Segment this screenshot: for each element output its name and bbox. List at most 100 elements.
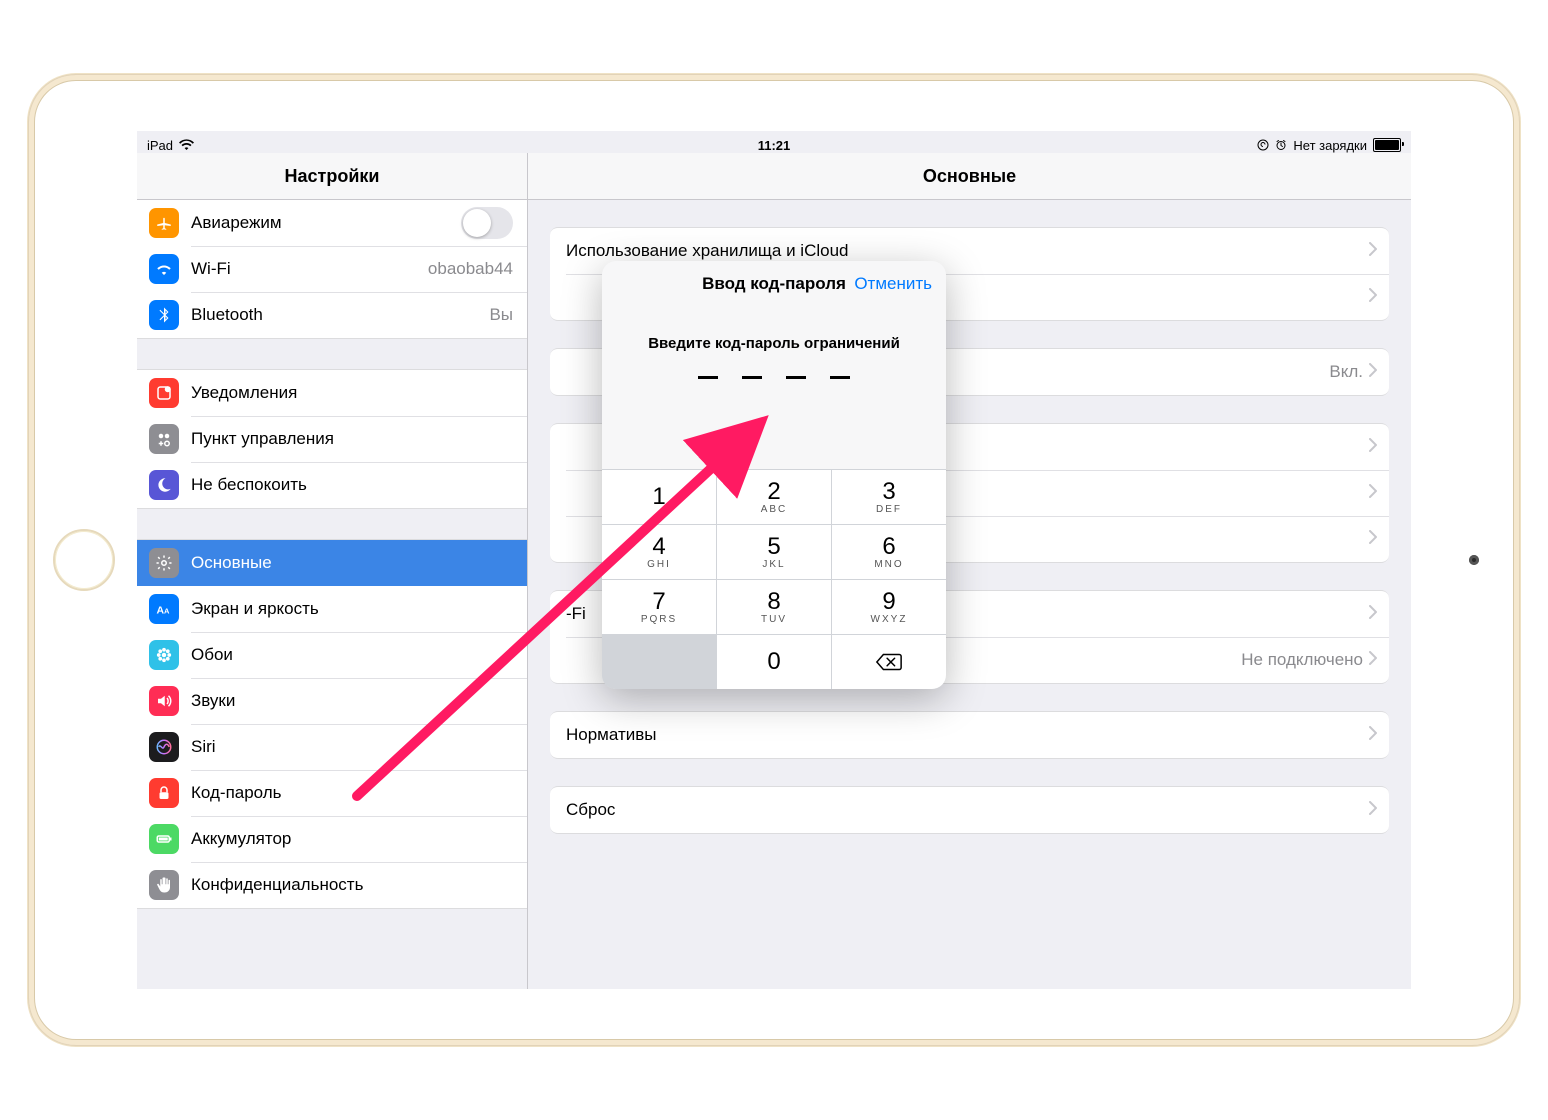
device-label: iPad — [147, 138, 173, 153]
keypad-0[interactable]: 0 — [717, 635, 831, 689]
sidebar-item-flower[interactable]: Обои — [137, 632, 527, 678]
keypad-letters: GHI — [647, 560, 671, 570]
modal-prompt: Введите код-пароль ограничений — [602, 335, 946, 352]
keypad-2[interactable]: 2ABC — [717, 470, 831, 524]
detail-row-value: Не подключено — [1241, 650, 1363, 670]
keypad-letters: MNO — [874, 560, 903, 570]
sidebar-item-wifi[interactable]: Wi-Fi obaobab44 — [137, 246, 527, 292]
sidebar-item-label: Код-пароль — [191, 783, 513, 803]
keypad-digit: 0 — [767, 650, 780, 674]
keypad-digit: 9 — [882, 590, 895, 614]
detail-row-label: Нормативы — [566, 725, 1369, 745]
detail-title: Основные — [528, 153, 1411, 200]
chevron-right-icon — [1369, 529, 1377, 549]
sidebar-item-label: Siri — [191, 737, 513, 757]
sidebar-item-speaker[interactable]: Звуки — [137, 678, 527, 724]
sidebar-item-airplane[interactable]: Авиарежим — [137, 200, 527, 246]
detail-row[interactable]: Сброс — [550, 786, 1389, 834]
detail-row-label: Использование хранилища и iCloud — [566, 241, 1369, 261]
chevron-right-icon — [1369, 437, 1377, 457]
detail-row-value: Вкл. — [1329, 362, 1363, 382]
keypad-digit: 4 — [652, 535, 665, 559]
keypad-letters: WXYZ — [871, 615, 908, 625]
sidebar-item-label: Wi-Fi — [191, 259, 420, 279]
alarm-icon — [1275, 139, 1287, 151]
pin-slot — [830, 374, 850, 379]
gear-icon — [149, 548, 179, 578]
keypad-6[interactable]: 6MNO — [832, 525, 946, 579]
sidebar-item-value: Вы — [489, 305, 513, 325]
keypad-letters: PQRS — [641, 615, 677, 625]
cancel-button[interactable]: Отменить — [854, 261, 932, 307]
chevron-right-icon — [1369, 241, 1377, 261]
keypad-1[interactable]: 1 — [602, 470, 716, 524]
sidebar-item-label: Bluetooth — [191, 305, 481, 325]
sidebar-item-label: Не беспокоить — [191, 475, 513, 495]
airplane-toggle[interactable] — [461, 207, 513, 239]
chevron-right-icon — [1369, 604, 1377, 624]
detail-row-label: Сброс — [566, 800, 1369, 820]
keypad-letters: TUV — [761, 615, 787, 625]
sidebar-item-label: Пункт управления — [191, 429, 513, 449]
chevron-right-icon — [1369, 362, 1377, 382]
keypad-digit: 7 — [652, 590, 665, 614]
battery-icon — [1373, 138, 1401, 152]
keypad-9[interactable]: 9WXYZ — [832, 580, 946, 634]
sidebar-item-gear[interactable]: Основные — [137, 539, 527, 586]
keypad-4[interactable]: 4GHI — [602, 525, 716, 579]
hand-icon — [149, 870, 179, 900]
battery-icon — [149, 824, 179, 854]
numeric-keypad: 12ABC3DEF4GHI5JKL6MNO7PQRS8TUV9WXYZ0 — [602, 469, 946, 689]
settings-sidebar: Настройки Авиарежим Wi-Fi obaobab44 Bluetoo… — [137, 153, 528, 989]
sidebar-item-bluetooth[interactable]: Bluetooth Вы — [137, 292, 527, 339]
pin-slot — [742, 374, 762, 379]
keypad-8[interactable]: 8TUV — [717, 580, 831, 634]
keypad-3[interactable]: 3DEF — [832, 470, 946, 524]
sidebar-item-control[interactable]: Пункт управления — [137, 416, 527, 462]
keypad-digit: 1 — [652, 485, 665, 509]
passcode-modal: Ввод код-пароля Отменить Введите код-пар… — [602, 261, 946, 689]
screen: iPad 11:21 Нет зарядки — [137, 131, 1411, 989]
charge-text: Нет зарядки — [1293, 138, 1367, 153]
sidebar-item-label: Основные — [191, 553, 513, 573]
sidebar-item-lock[interactable]: Код-пароль — [137, 770, 527, 816]
keypad-digit: 5 — [767, 535, 780, 559]
speaker-icon — [149, 686, 179, 716]
keypad-7[interactable]: 7PQRS — [602, 580, 716, 634]
control-icon — [149, 424, 179, 454]
airplane-icon — [149, 208, 179, 238]
wifi-icon — [179, 139, 194, 151]
sidebar-item-notify[interactable]: Уведомления — [137, 369, 527, 416]
lock-icon — [149, 778, 179, 808]
keypad-digit: 2 — [767, 480, 780, 504]
pin-slot — [786, 374, 806, 379]
sidebar-item-value: obaobab44 — [428, 259, 513, 279]
sidebar-item-label: Конфиденциальность — [191, 875, 513, 895]
chevron-right-icon — [1369, 483, 1377, 503]
chevron-right-icon — [1369, 287, 1377, 307]
home-button[interactable] — [53, 529, 115, 591]
sidebar-item-display[interactable]: AAЭкран и яркость — [137, 586, 527, 632]
keypad-digit: 3 — [882, 480, 895, 504]
keypad-blank — [602, 635, 716, 689]
keypad-letters: JKL — [762, 560, 785, 570]
sidebar-item-label: Экран и яркость — [191, 599, 513, 619]
bluetooth-icon — [149, 300, 179, 330]
sidebar-item-battery[interactable]: Аккумулятор — [137, 816, 527, 862]
sidebar-item-label: Аккумулятор — [191, 829, 513, 849]
sidebar-item-label: Авиарежим — [191, 213, 461, 233]
sidebar-item-hand[interactable]: Конфиденциальность — [137, 862, 527, 909]
sidebar-item-label: Обои — [191, 645, 513, 665]
chevron-right-icon — [1369, 800, 1377, 820]
keypad-5[interactable]: 5JKL — [717, 525, 831, 579]
keypad-delete[interactable] — [832, 635, 946, 689]
keypad-letters: DEF — [876, 505, 902, 515]
sidebar-title: Настройки — [137, 153, 527, 200]
keypad-letters: ABC — [761, 505, 788, 515]
sidebar-item-moon[interactable]: Не беспокоить — [137, 462, 527, 509]
sidebar-item-siri[interactable]: Siri — [137, 724, 527, 770]
notify-icon — [149, 378, 179, 408]
sidebar-item-label: Уведомления — [191, 383, 513, 403]
detail-row[interactable]: Нормативы — [550, 711, 1389, 759]
moon-icon — [149, 470, 179, 500]
